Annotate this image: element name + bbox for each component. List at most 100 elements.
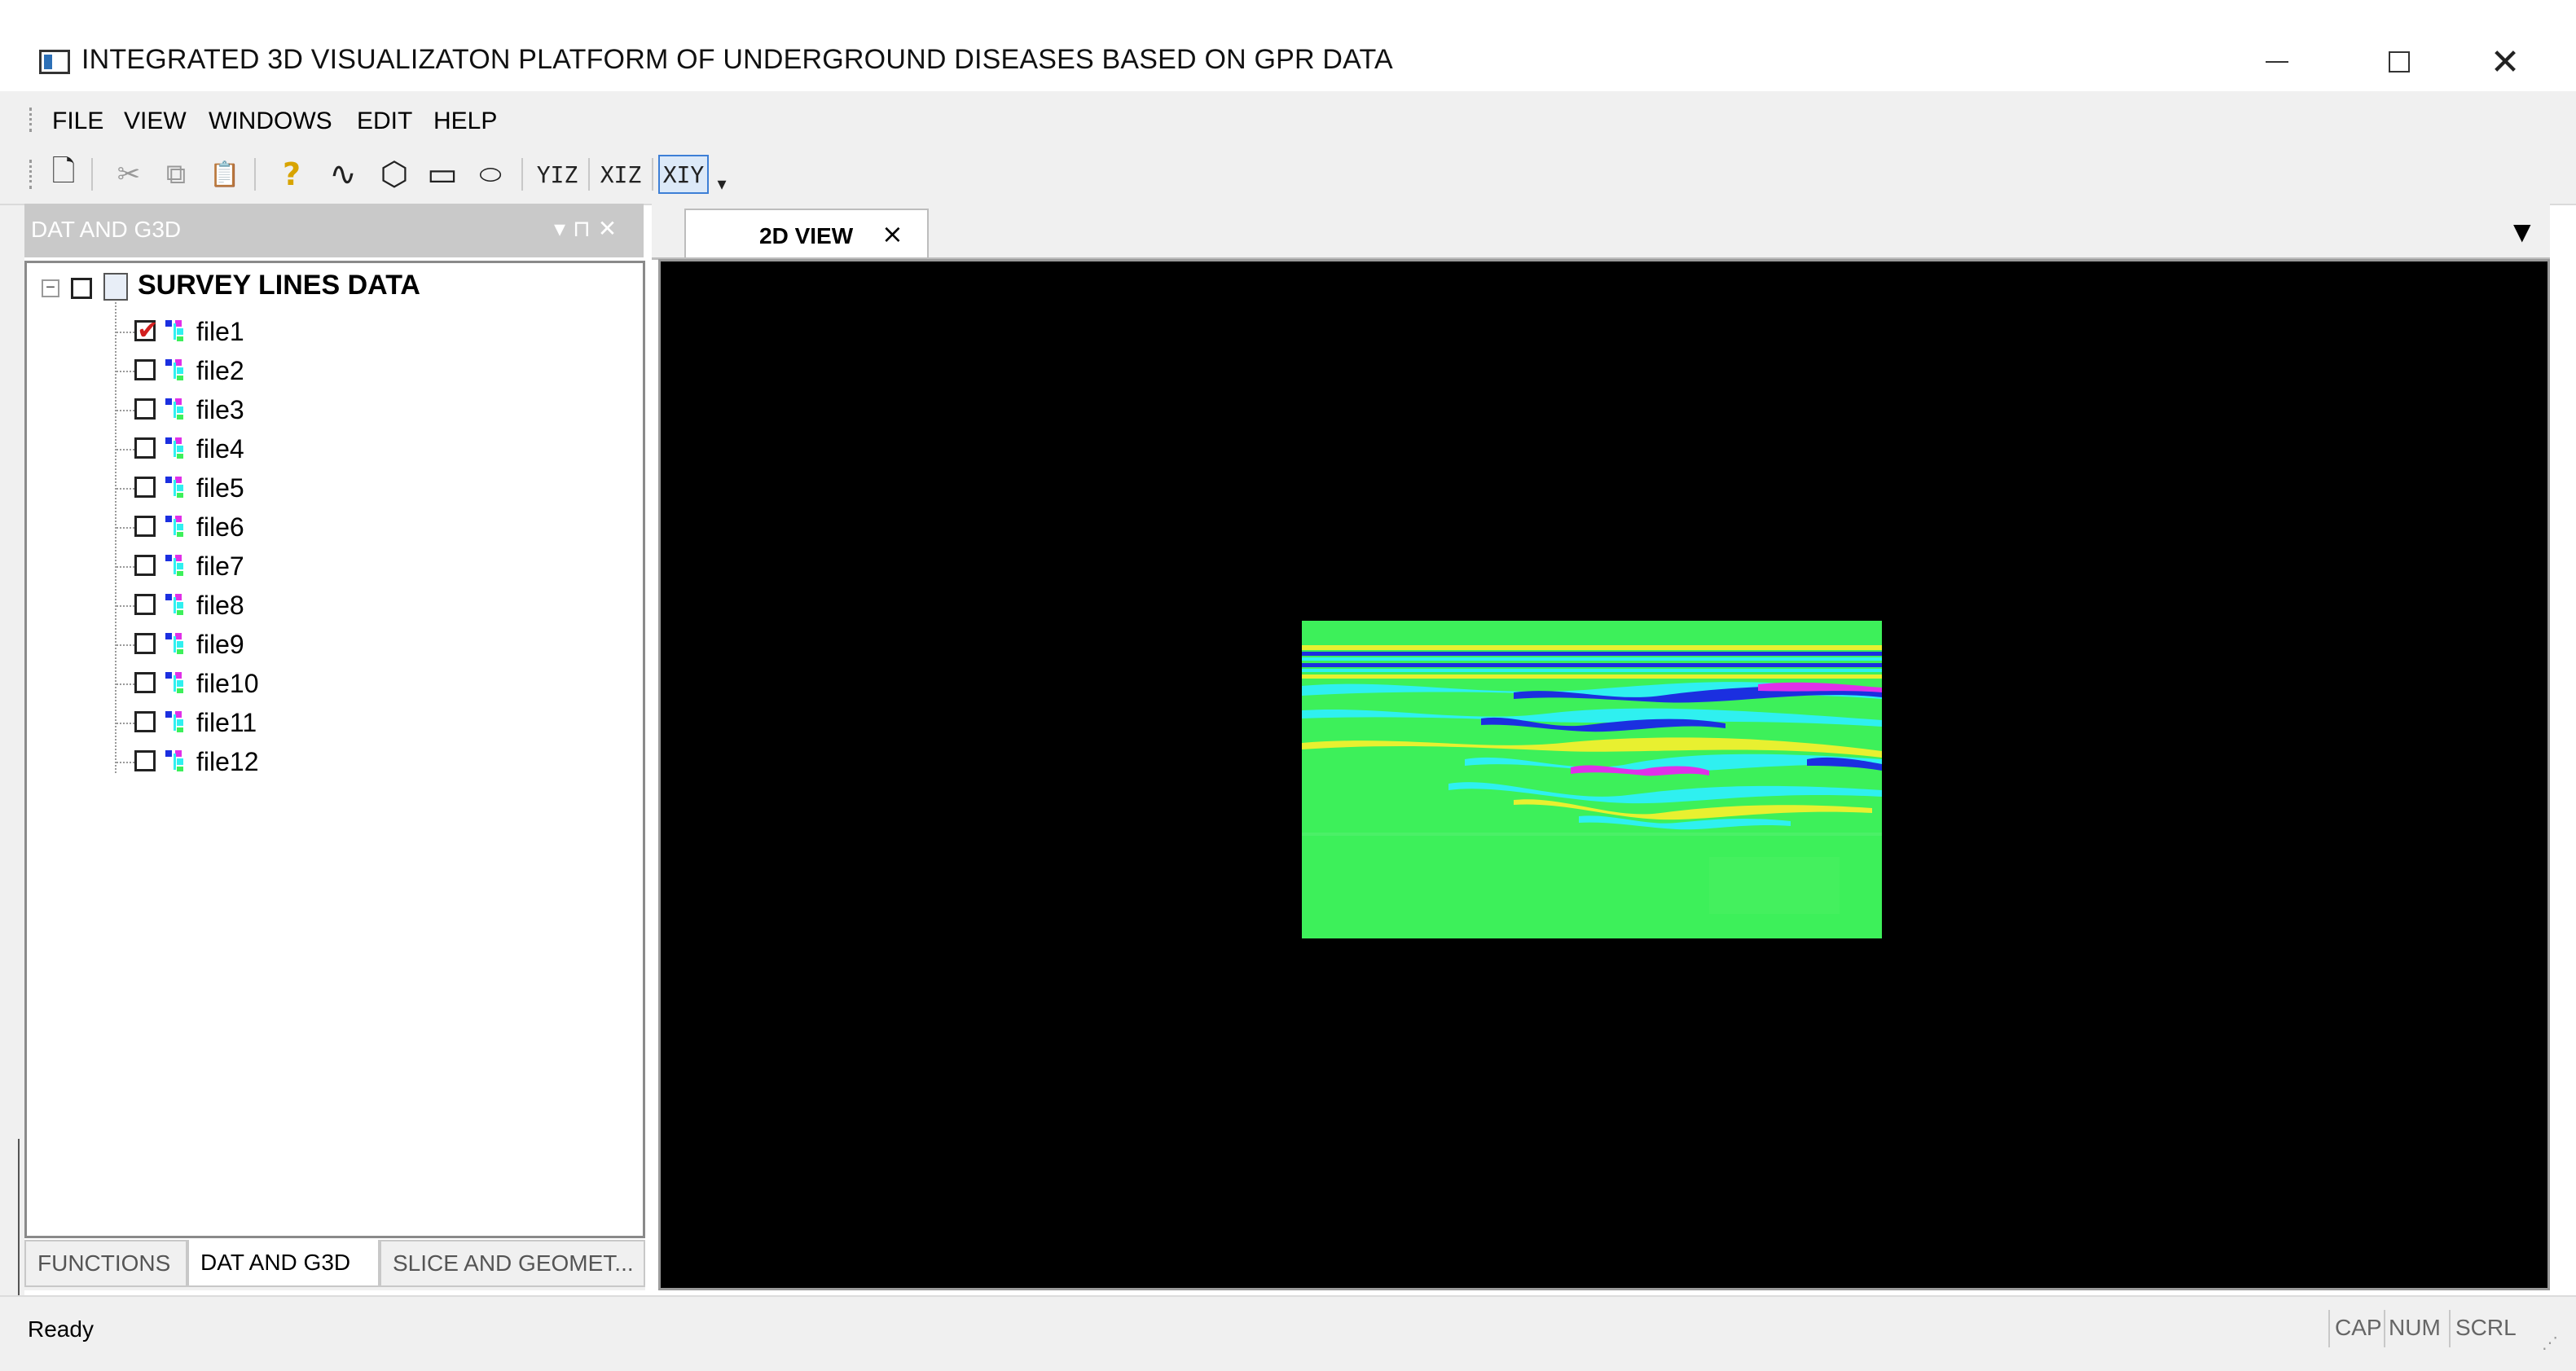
toolbar-separator bbox=[588, 158, 590, 191]
xiy-button[interactable]: XIY bbox=[658, 155, 709, 194]
left-dock-strip bbox=[0, 145, 24, 1302]
file-checkbox[interactable] bbox=[134, 359, 156, 380]
menu-file[interactable]: FILE bbox=[52, 108, 103, 135]
dock-controls-icon[interactable]: ▾ ⊓ ✕ bbox=[554, 215, 617, 242]
file-label: file1 bbox=[196, 317, 244, 346]
toolbar-separator bbox=[521, 158, 523, 191]
tab-functions[interactable]: FUNCTIONS bbox=[24, 1240, 187, 1287]
cut-icon[interactable]: ✂ bbox=[111, 155, 147, 194]
tree-item-file3[interactable]: file3 bbox=[27, 390, 597, 429]
ellipse-icon[interactable]: ⬭ bbox=[473, 155, 508, 194]
resize-grip-icon[interactable]: ⋰ bbox=[2542, 1333, 2558, 1353]
menu-view[interactable]: VIEW bbox=[124, 108, 187, 135]
file-label: file7 bbox=[196, 551, 244, 581]
file-label: file5 bbox=[196, 473, 244, 503]
status-bar: Ready CAP NUM SCRL ⋰ bbox=[0, 1295, 2576, 1371]
file-label: file11 bbox=[196, 708, 257, 737]
dock-tabs: FUNCTIONS DAT AND G3D SLICE AND GEOMET..… bbox=[24, 1240, 645, 1290]
rounded-rect-icon[interactable]: ▭ bbox=[422, 155, 463, 194]
tab-list-dropdown-icon[interactable]: ▼ bbox=[2513, 218, 2531, 245]
file-checkbox[interactable] bbox=[134, 711, 156, 732]
menu-edit[interactable]: EDIT bbox=[357, 108, 412, 135]
menu-help[interactable]: HELP bbox=[433, 108, 497, 135]
tab-2d-view[interactable]: 2D VIEW × bbox=[684, 209, 929, 257]
file-checkbox[interactable] bbox=[134, 477, 156, 498]
file-checkbox[interactable] bbox=[134, 750, 156, 771]
file-label: file12 bbox=[196, 747, 259, 776]
new-document-icon[interactable]: 🗋 bbox=[46, 155, 81, 194]
survey-line-icon bbox=[165, 553, 190, 578]
tree-root-label[interactable]: SURVEY LINES DATA bbox=[138, 270, 420, 301]
tree-connector bbox=[116, 566, 134, 568]
title-bar: INTEGRATED 3D VISUALIZATON PLATFORM OF U… bbox=[0, 0, 2576, 91]
toolbar-overflow-icon[interactable]: ▾ bbox=[712, 165, 732, 204]
toolbar-separator bbox=[254, 158, 256, 191]
tree-item-file5[interactable]: file5 bbox=[27, 468, 597, 508]
file-checkbox[interactable] bbox=[134, 633, 156, 654]
view-tabstrip: 2D VIEW × bbox=[652, 204, 2550, 260]
survey-line-icon bbox=[165, 436, 190, 460]
yiz-button[interactable]: YIZ bbox=[534, 155, 580, 194]
toolbar: 🗋 ✂ ⧉ 📋 ? ∿ ⬡ ▭ ⬭ YIZ XIZ XIY ▾ bbox=[0, 145, 2576, 205]
window-title: INTEGRATED 3D VISUALIZATON PLATFORM OF U… bbox=[81, 44, 1393, 75]
tab-dat-and-g3d[interactable]: DAT AND G3D bbox=[187, 1240, 380, 1287]
file-checkbox[interactable] bbox=[134, 437, 156, 459]
tree-connector bbox=[116, 449, 134, 450]
tree-connector bbox=[116, 762, 134, 763]
tree-item-file10[interactable]: file10 bbox=[27, 664, 597, 703]
file-checkbox[interactable] bbox=[134, 594, 156, 615]
file-checkbox[interactable] bbox=[134, 555, 156, 576]
file-label: file4 bbox=[196, 434, 244, 464]
menu-windows[interactable]: WINDOWS bbox=[209, 108, 332, 135]
status-separator bbox=[2449, 1310, 2451, 1347]
maximize-button[interactable] bbox=[2363, 33, 2436, 91]
copy-icon[interactable]: ⧉ bbox=[158, 155, 194, 194]
file-checkbox[interactable] bbox=[134, 672, 156, 693]
toolbar-separator bbox=[652, 158, 653, 191]
tree-connector bbox=[116, 723, 134, 724]
tree-connector bbox=[116, 527, 134, 529]
survey-lines-tree: − SURVEY LINES DATA file1 file2 file3 file4… bbox=[24, 261, 645, 1238]
collapse-icon[interactable]: − bbox=[42, 279, 59, 297]
num-lock-indicator: NUM bbox=[2389, 1315, 2441, 1340]
tree-item-file7[interactable]: file7 bbox=[27, 547, 597, 586]
root-checkbox[interactable] bbox=[71, 278, 92, 299]
status-text: Ready bbox=[28, 1316, 94, 1342]
maximize-icon bbox=[2389, 51, 2410, 73]
close-icon: ✕ bbox=[2490, 41, 2521, 83]
file-checkbox[interactable] bbox=[134, 516, 156, 537]
menu-grip[interactable] bbox=[29, 108, 35, 132]
dock-header: DAT AND G3D ▾ ⊓ ✕ bbox=[24, 204, 644, 257]
close-tab-icon[interactable]: × bbox=[881, 218, 903, 249]
survey-line-icon bbox=[165, 319, 190, 343]
close-button[interactable]: ✕ bbox=[2468, 33, 2542, 91]
tree-item-file12[interactable]: file12 bbox=[27, 742, 597, 781]
survey-line-icon bbox=[165, 514, 190, 538]
help-icon[interactable]: ? bbox=[274, 155, 310, 194]
toolbar-grip[interactable] bbox=[29, 160, 35, 189]
tree-item-file4[interactable]: file4 bbox=[27, 429, 597, 468]
survey-line-icon bbox=[165, 475, 190, 499]
paste-icon[interactable]: 📋 bbox=[207, 155, 243, 194]
file-label: file10 bbox=[196, 669, 259, 698]
minimize-button[interactable] bbox=[2240, 33, 2314, 91]
tab-slice-and-geometry[interactable]: SLICE AND GEOMET... bbox=[380, 1240, 645, 1287]
toolbar-separator bbox=[91, 158, 93, 191]
file-checkbox[interactable] bbox=[134, 314, 159, 345]
file-label: file9 bbox=[196, 630, 244, 659]
xiz-button[interactable]: XIZ bbox=[598, 155, 644, 194]
tree-item-file1[interactable]: file1 bbox=[27, 312, 597, 351]
database-icon bbox=[103, 273, 128, 301]
tree-connector bbox=[116, 605, 134, 607]
file-checkbox[interactable] bbox=[134, 398, 156, 420]
tree-item-file11[interactable]: file11 bbox=[27, 703, 597, 742]
tree-item-file9[interactable]: file9 bbox=[27, 625, 597, 664]
survey-line-icon bbox=[165, 358, 190, 382]
tree-item-file6[interactable]: file6 bbox=[27, 508, 597, 547]
polygon-icon[interactable]: ⬡ bbox=[375, 155, 414, 194]
wave-icon[interactable]: ∿ bbox=[323, 155, 363, 194]
gpr-radargram-image bbox=[1302, 621, 1882, 938]
tab-2d-view-label: 2D VIEW bbox=[759, 223, 854, 248]
tree-item-file2[interactable]: file2 bbox=[27, 351, 597, 390]
tree-item-file8[interactable]: file8 bbox=[27, 586, 597, 625]
